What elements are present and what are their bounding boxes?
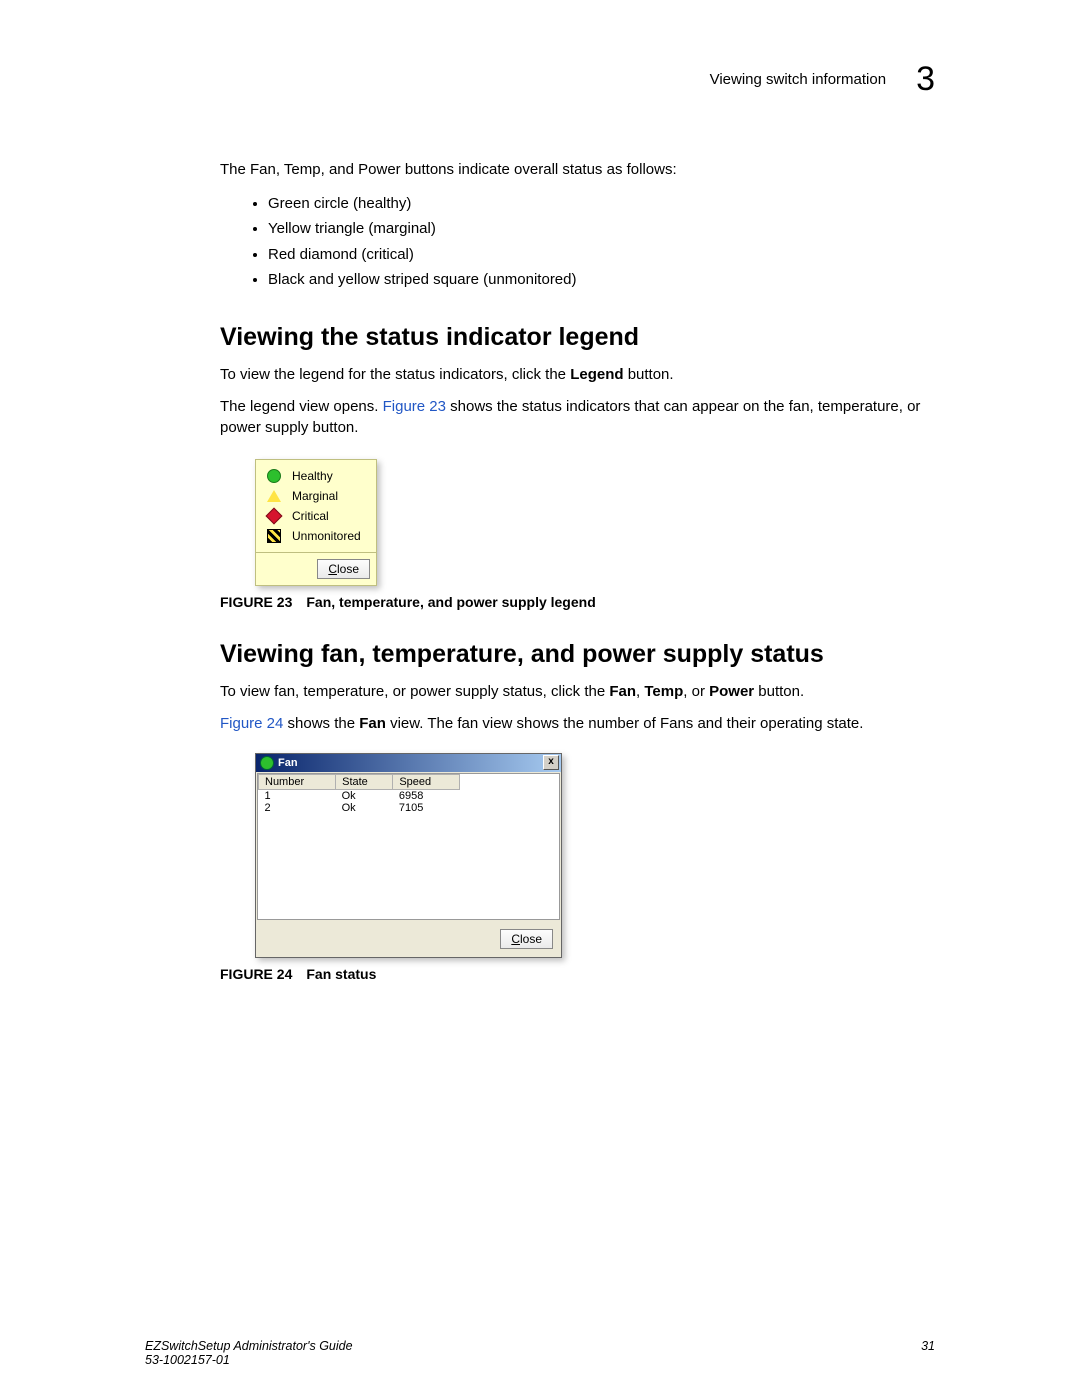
fan-icon: [260, 756, 274, 770]
paragraph: The legend view opens. Figure 23 shows t…: [220, 396, 935, 440]
footer-docnum: 53-1002157-01: [145, 1353, 353, 1367]
col-speed[interactable]: Speed: [393, 774, 459, 789]
list-item: Black and yellow striped square (unmonit…: [268, 267, 935, 293]
footer-page-number: 31: [921, 1339, 935, 1367]
bold-text: Fan: [609, 683, 636, 700]
cell-speed: 7105: [393, 802, 459, 814]
close-button[interactable]: Close: [317, 559, 370, 579]
list-item: Yellow triangle (marginal): [268, 216, 935, 242]
paragraph: To view the legend for the status indica…: [220, 364, 935, 386]
paragraph: To view fan, temperature, or power suppl…: [220, 681, 935, 703]
intro-paragraph: The Fan, Temp, and Power buttons indicat…: [220, 159, 935, 181]
text: shows the: [283, 715, 359, 732]
header-section-title: Viewing switch information: [710, 71, 886, 88]
bold-text: Fan: [359, 715, 386, 732]
fan-table-wrap: Number State Speed 1 Ok 6958 2 Ok 7105: [257, 773, 560, 920]
col-state[interactable]: State: [336, 774, 393, 789]
legend-label: Healthy: [292, 469, 333, 483]
mnemonic: C: [511, 932, 520, 946]
bold-text: Temp: [644, 683, 683, 700]
dialog-title: Fan: [278, 757, 298, 769]
figure-link[interactable]: Figure 24: [220, 715, 283, 732]
table-header-row: Number State Speed: [259, 774, 460, 789]
cell-number: 1: [259, 789, 336, 802]
legend-row-critical: Critical: [264, 506, 368, 526]
text: lose: [337, 562, 359, 576]
legend-list: Healthy Marginal Critical Unmonitored: [256, 460, 376, 552]
footer-guide: EZSwitchSetup Administrator's Guide: [145, 1339, 353, 1353]
list-item: Red diamond (critical): [268, 242, 935, 268]
close-icon[interactable]: x: [543, 755, 559, 770]
legend-button-row: Close: [256, 552, 376, 585]
text: lose: [520, 932, 542, 946]
figure-24-caption: FIGURE 24 Fan status: [220, 966, 935, 982]
list-item: Green circle (healthy): [268, 191, 935, 217]
section-heading-legend: Viewing the status indicator legend: [220, 323, 935, 352]
page-header: Viewing switch information 3: [220, 60, 935, 99]
legend-label: Critical: [292, 509, 329, 523]
unmonitored-icon: [264, 529, 284, 543]
figure-caption-text: Fan, temperature, and power supply legen…: [306, 594, 595, 610]
table-row[interactable]: 1 Ok 6958: [259, 789, 460, 802]
fan-dialog: Fan x Number State Speed 1 Ok 6958: [255, 753, 562, 958]
legend-row-unmonitored: Unmonitored: [264, 526, 368, 546]
text: button.: [624, 366, 674, 383]
text: , or: [683, 683, 709, 700]
bold-text: Legend: [570, 366, 623, 383]
text: button.: [754, 683, 804, 700]
fan-dialog-button-row: Close: [256, 921, 561, 957]
healthy-icon: [264, 469, 284, 483]
text: view. The fan view shows the number of F…: [386, 715, 864, 732]
cell-state: Ok: [336, 802, 393, 814]
mnemonic: C: [328, 562, 337, 576]
legend-label: Marginal: [292, 489, 338, 503]
paragraph: Figure 24 shows the Fan view. The fan vi…: [220, 713, 935, 735]
text: To view fan, temperature, or power suppl…: [220, 683, 609, 700]
bold-text: Power: [709, 683, 754, 700]
chapter-number: 3: [916, 60, 935, 99]
critical-icon: [264, 510, 284, 522]
legend-row-healthy: Healthy: [264, 466, 368, 486]
cell-state: Ok: [336, 789, 393, 802]
marginal-icon: [264, 490, 284, 502]
legend-row-marginal: Marginal: [264, 486, 368, 506]
figure-label: FIGURE 23: [220, 594, 292, 610]
close-button[interactable]: Close: [500, 929, 553, 949]
figure-label: FIGURE 24: [220, 966, 292, 982]
figure-link[interactable]: Figure 23: [383, 398, 446, 415]
cell-speed: 6958: [393, 789, 459, 802]
figure-23-caption: FIGURE 23 Fan, temperature, and power sup…: [220, 594, 935, 610]
status-indicator-list: Green circle (healthy) Yellow triangle (…: [220, 191, 935, 293]
cell-number: 2: [259, 802, 336, 814]
text: To view the legend for the status indica…: [220, 366, 570, 383]
text: The legend view opens.: [220, 398, 383, 415]
fan-dialog-titlebar: Fan x: [256, 754, 561, 772]
fan-table: Number State Speed 1 Ok 6958 2 Ok 7105: [258, 774, 460, 814]
col-number[interactable]: Number: [259, 774, 336, 789]
legend-label: Unmonitored: [292, 529, 361, 543]
legend-dialog: Healthy Marginal Critical Unmonitored Cl…: [255, 459, 377, 586]
page-footer: EZSwitchSetup Administrator's Guide 53-1…: [145, 1339, 935, 1367]
section-heading-fanstatus: Viewing fan, temperature, and power supp…: [220, 640, 935, 669]
figure-caption-text: Fan status: [306, 966, 376, 982]
table-row[interactable]: 2 Ok 7105: [259, 802, 460, 814]
